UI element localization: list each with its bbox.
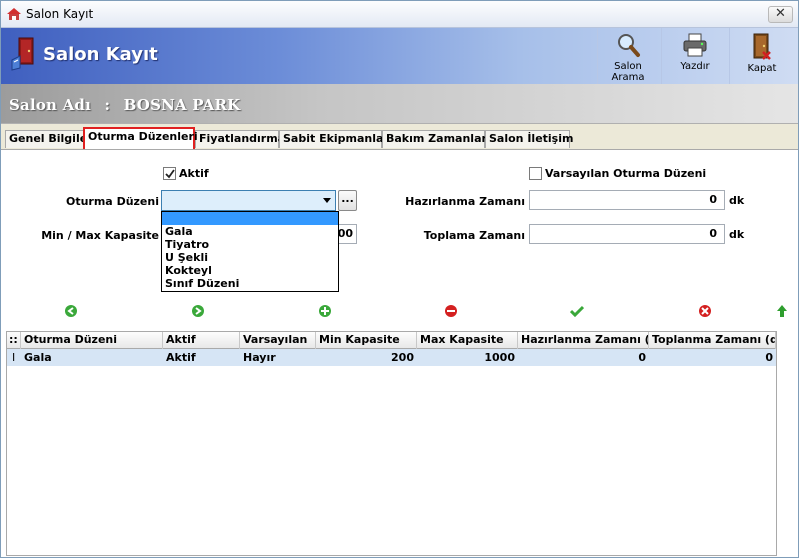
column-max-kapasite[interactable]: Max Kapasite [417,332,518,349]
cell-oturma-duzeni[interactable]: Gala [21,349,163,366]
column-min-kapasite[interactable]: Min Kapasite [316,332,417,349]
dropdown-option[interactable]: U Şekli [162,251,338,264]
tab-sabit-ekipmanlar[interactable]: Sabit Ekipmanlar [279,130,389,148]
tab-bar: Genel Bilgiler Oturma Düzenleri Fiyatlan… [1,124,798,149]
app-icon [7,8,21,20]
salon-label: Salon Adı [9,96,92,114]
cell-max-kapasite[interactable]: 1000 [417,349,518,366]
kapat-button[interactable]: Kapat [732,28,792,84]
yazdir-label: Yazdır [680,61,710,72]
tab-oturma-duzenleri[interactable]: Oturma Düzenleri [83,127,198,149]
oturma-duzeni-combo[interactable] [161,190,336,211]
column-hazirlanma-zamani[interactable]: Hazırlanma Zamanı (... [518,332,649,349]
kapat-label: Kapat [747,63,777,74]
cell-aktif[interactable]: Aktif [163,349,240,366]
cell-hazirlanma-zamani[interactable]: 0 [518,349,649,366]
oturma-duzeni-dropdown: Gala Tiyatro U Şekli Kokteyl Sınıf Düzen… [161,211,339,292]
exit-door-icon [753,33,771,60]
toplama-input[interactable]: 0 [529,224,725,244]
dropdown-option[interactable] [162,212,338,225]
column-aktif[interactable]: Aktif [163,332,240,349]
hazirlanma-unit: dk [729,194,745,207]
grid-corner: :: [7,332,21,349]
grid-header: :: Oturma Düzeni Aktif Varsayılan Min Ka… [7,332,776,349]
column-varsayilan[interactable]: Varsayılan [240,332,316,349]
varsayilan-checkbox[interactable] [529,167,542,180]
tab-salon-iletisim[interactable]: Salon İletişim [485,130,573,148]
window-title: Salon Kayıt [26,7,94,21]
cell-min-kapasite[interactable]: 200 [316,349,417,366]
salon-name: BOSNA PARK [123,96,241,114]
column-toplanma-zamani[interactable]: Toplanma Zamanı (d... [649,332,776,349]
toplama-unit: dk [729,228,745,241]
magnifier-icon [618,34,640,57]
oturma-browse-button[interactable]: ... [338,190,357,211]
plus-green-icon[interactable] [318,304,332,318]
varsayilan-label: Varsayılan Oturma Düzeni [545,167,707,180]
tab-bakim-zamanlari[interactable]: Bakım Zamanları [382,130,491,148]
dropdown-option[interactable]: Tiyatro [162,238,338,251]
salon-arama-label: Salon Arama [611,61,645,83]
header-title: Salon Kayıt [43,44,158,65]
aktif-checkbox[interactable] [163,167,176,180]
salon-kayit-window: Salon Kayıt ✕ Salon Kayıt Salon Arama Ya… [0,0,799,558]
salon-info-strip: Salon Adı : BOSNA PARK [1,84,798,124]
toplama-label: Toplama Zamanı [423,229,525,242]
header-band: Salon Kayıt Salon Arama Yazdır Kapat [1,28,798,84]
dropdown-option[interactable]: Gala [162,225,338,238]
salon-arama-button[interactable]: Salon Arama [598,28,658,84]
arrow-right-green-icon[interactable] [191,304,205,318]
tab-fiyatlandirma[interactable]: Fiyatlandırma [195,130,285,148]
kapasite-label: Min / Max Kapasite [41,229,159,242]
cell-varsayilan[interactable]: Hayır [240,349,316,366]
close-button[interactable]: ✕ [768,6,793,23]
column-oturma-duzeni[interactable]: Oturma Düzeni [21,332,163,349]
toolbar-separator [729,28,730,84]
room-door-icon [11,37,34,71]
oturma-duzeni-label: Oturma Düzeni [65,195,159,208]
toolbar-separator [661,28,662,84]
chevron-down-icon [323,198,331,203]
row-indicator: I [12,351,16,364]
arrow-left-green-icon[interactable] [64,304,78,318]
yazdir-button[interactable]: Yazdır [665,28,725,84]
dropdown-option[interactable]: Sınıf Düzeni [162,277,338,290]
salon-name-line: Salon Adı : BOSNA PARK [9,96,240,114]
arrow-up-green-icon[interactable] [775,304,789,318]
tab-genel-bilgiler[interactable]: Genel Bilgiler [5,130,93,148]
x-red-icon[interactable] [698,304,712,318]
salon-separator: : [104,96,111,114]
hazirlanma-label: Hazırlanma Zamanı [405,195,525,208]
table-row[interactable]: I Gala Aktif Hayır 200 1000 0 0 [7,349,776,366]
dropdown-option[interactable]: Kokteyl [162,264,338,277]
title-bar: Salon Kayıt ✕ [1,1,798,28]
minus-red-icon[interactable] [444,304,458,318]
printer-icon [683,33,707,57]
oturma-duzenleri-grid: :: Oturma Düzeni Aktif Varsayılan Min Ka… [6,331,777,556]
hazirlanma-input[interactable]: 0 [529,190,725,210]
cell-toplanma-zamani[interactable]: 0 [649,349,776,366]
checkmark-icon [165,169,175,179]
aktif-label: Aktif [179,167,209,180]
check-green-icon[interactable] [570,304,584,318]
